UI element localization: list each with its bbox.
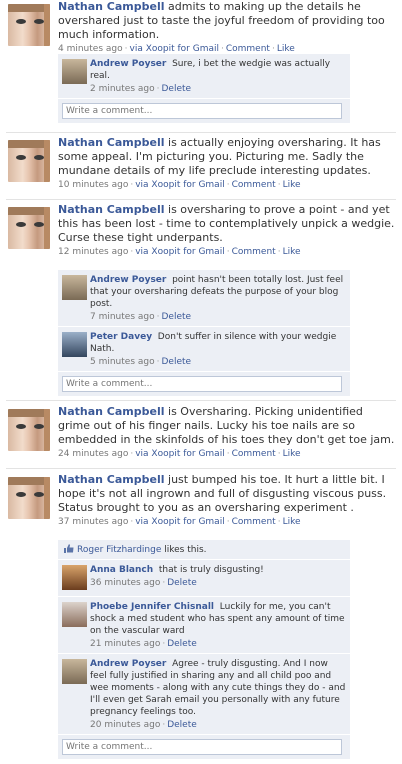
commenter-name-link[interactable]: Anna Blanch — [90, 565, 153, 575]
commenter-name-link[interactable]: Andrew Poyser — [90, 59, 166, 69]
comment-item: Phoebe Jennifer Chisnall Luckily for me,… — [58, 597, 350, 654]
delete-comment-link[interactable]: Delete — [167, 639, 197, 649]
comment-text-wrap: Andrew Poyser Sure, i bet the wedgie was… — [90, 58, 346, 82]
comment-text: that is truly disgusting! — [158, 565, 264, 575]
via-app-link[interactable]: via Xoopit for Gmail — [135, 517, 224, 527]
post-message: Nathan Campbell admits to making up the … — [58, 0, 396, 42]
post-author-link[interactable]: Nathan Campbell — [58, 405, 165, 418]
commenter-name-link[interactable]: Peter Davey — [90, 332, 152, 342]
comment-timestamp: 7 minutes ago — [90, 312, 155, 322]
via-app-link[interactable]: via Xoopit for Gmail — [130, 44, 219, 54]
write-comment-input[interactable] — [62, 739, 342, 755]
comment-link[interactable]: Comment — [232, 517, 276, 527]
commenter-avatar[interactable] — [62, 602, 87, 627]
post-divider — [6, 468, 396, 469]
post-timestamp: 12 minutes ago — [58, 247, 129, 257]
write-comment-input[interactable] — [62, 376, 342, 392]
commenter-avatar[interactable] — [62, 332, 87, 357]
profile-avatar[interactable] — [8, 477, 50, 519]
like-link[interactable]: Like — [283, 247, 301, 257]
post-author-link[interactable]: Nathan Campbell — [58, 136, 165, 149]
commenter-avatar[interactable] — [62, 565, 87, 590]
via-app-link[interactable]: via Xoopit for Gmail — [135, 449, 224, 459]
post-message: Nathan Campbell is Oversharing. Picking … — [58, 405, 396, 447]
post-meta: 12 minutes ago · via Xoopit for Gmail · Comm… — [58, 247, 301, 257]
thumbs-up-icon — [64, 544, 74, 553]
like-link[interactable]: Like — [283, 517, 301, 527]
comment-link[interactable]: Comment — [232, 180, 276, 190]
commenter-name-link[interactable]: Andrew Poyser — [90, 275, 166, 285]
comment-item: Andrew Poyser Sure, i bet the wedgie was… — [58, 54, 350, 99]
comments-block: Andrew Poyser point hasn't been totally … — [58, 270, 350, 396]
post-author-link[interactable]: Nathan Campbell — [58, 0, 165, 13]
comment-item: Andrew Poyser point hasn't been totally … — [58, 270, 350, 327]
like-link[interactable]: Like — [277, 44, 295, 54]
profile-avatar[interactable] — [8, 207, 50, 249]
comment-timestamp: 20 minutes ago — [90, 720, 161, 730]
comment-link[interactable]: Comment — [232, 449, 276, 459]
post-message: Nathan Campbell is oversharing to prove … — [58, 203, 396, 245]
post-divider — [6, 199, 396, 200]
comment-link[interactable]: Comment — [226, 44, 270, 54]
like-link[interactable]: Like — [283, 449, 301, 459]
post-timestamp: 4 minutes ago — [58, 44, 123, 54]
delete-comment-link[interactable]: Delete — [162, 312, 192, 322]
comment-timestamp: 36 minutes ago — [90, 578, 161, 588]
comment-timestamp: 21 minutes ago — [90, 639, 161, 649]
comment-item: Andrew Poyser Agree - truly disgusting. … — [58, 654, 350, 735]
comment-item: Anna Blanch that is truly disgusting! 36… — [58, 560, 350, 597]
comments-block: Andrew Poyser Sure, i bet the wedgie was… — [58, 54, 350, 123]
via-app-link[interactable]: via Xoopit for Gmail — [135, 247, 224, 257]
liker-name-link[interactable]: Roger Fitzhardinge — [77, 545, 161, 555]
post-author-link[interactable]: Nathan Campbell — [58, 473, 165, 486]
post-message: Nathan Campbell is actually enjoying ove… — [58, 136, 396, 178]
post-timestamp: 10 minutes ago — [58, 180, 129, 190]
likes-suffix: likes this. — [164, 545, 207, 555]
post-timestamp: 24 minutes ago — [58, 449, 129, 459]
delete-comment-link[interactable]: Delete — [162, 84, 192, 94]
post-timestamp: 37 minutes ago — [58, 517, 129, 527]
post-meta: 37 minutes ago · via Xoopit for Gmail · Comm… — [58, 517, 301, 527]
post-divider — [6, 400, 396, 401]
delete-comment-link[interactable]: Delete — [162, 357, 192, 367]
comment-item: Peter Davey Don't suffer in silence with… — [58, 327, 350, 372]
likes-summary: Roger Fitzhardinge likes this. — [58, 540, 350, 560]
profile-avatar[interactable] — [8, 409, 50, 451]
post-divider — [6, 132, 396, 133]
comment-link[interactable]: Comment — [232, 247, 276, 257]
like-link[interactable]: Like — [283, 180, 301, 190]
post-meta: 10 minutes ago · via Xoopit for Gmail · Comm… — [58, 180, 301, 190]
comments-block: Roger Fitzhardinge likes this. Anna Blan… — [58, 540, 350, 759]
commenter-name-link[interactable]: Phoebe Jennifer Chisnall — [90, 602, 214, 612]
commenter-avatar[interactable] — [62, 59, 87, 84]
post-meta: 24 minutes ago · via Xoopit for Gmail · Comm… — [58, 449, 301, 459]
commenter-name-link[interactable]: Andrew Poyser — [90, 659, 166, 669]
via-app-link[interactable]: via Xoopit for Gmail — [135, 180, 224, 190]
commenter-avatar[interactable] — [62, 275, 87, 300]
delete-comment-link[interactable]: Delete — [167, 578, 197, 588]
profile-avatar[interactable] — [8, 140, 50, 182]
write-comment-input[interactable] — [62, 103, 342, 119]
post-message: Nathan Campbell just bumped his toe. It … — [58, 473, 396, 515]
delete-comment-link[interactable]: Delete — [167, 720, 197, 730]
comment-timestamp: 2 minutes ago — [90, 84, 155, 94]
commenter-avatar[interactable] — [62, 659, 87, 684]
profile-avatar[interactable] — [8, 4, 50, 46]
comment-timestamp: 5 minutes ago — [90, 357, 155, 367]
post-author-link[interactable]: Nathan Campbell — [58, 203, 165, 216]
